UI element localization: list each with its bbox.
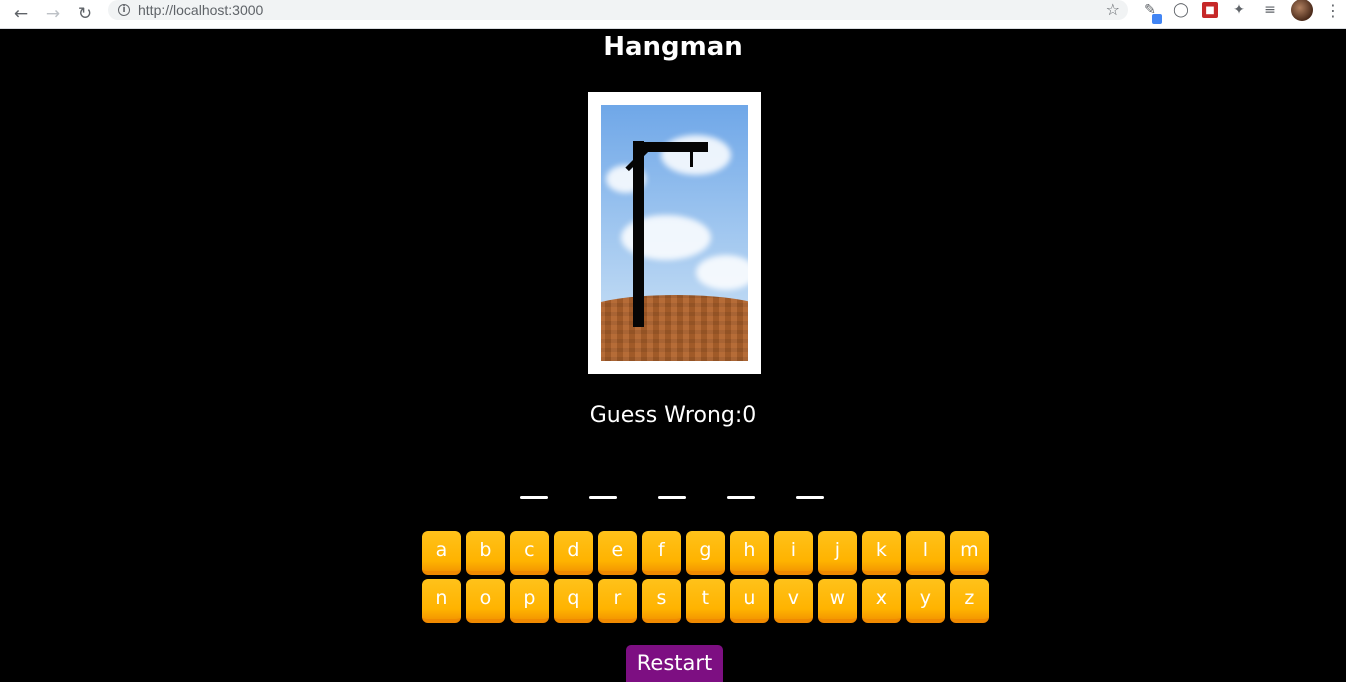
extensions-area: ✎ ◯ ■ ✦ ≡ ⋮ (1140, 0, 1341, 24)
key-x[interactable]: x (862, 579, 901, 623)
page-title: Hangman (603, 32, 743, 62)
avatar[interactable] (1291, 0, 1313, 21)
key-k[interactable]: k (862, 531, 901, 575)
key-y[interactable]: y (906, 579, 945, 623)
key-q[interactable]: q (554, 579, 593, 623)
restart-button[interactable]: Restart (626, 645, 723, 682)
key-j[interactable]: j (818, 531, 857, 575)
key-r[interactable]: r (598, 579, 637, 623)
key-h[interactable]: h (730, 531, 769, 575)
key-f[interactable]: f (642, 531, 681, 575)
word-blanks (520, 478, 865, 499)
keyboard-row: n o p q r s t u v w x y z (422, 579, 994, 623)
puzzle-icon[interactable]: ✦ (1229, 0, 1249, 20)
letter-blank (727, 496, 755, 499)
key-n[interactable]: n (422, 579, 461, 623)
key-l[interactable]: l (906, 531, 945, 575)
key-g[interactable]: g (686, 531, 725, 575)
cloud (696, 255, 748, 290)
info-icon[interactable]: i (118, 4, 130, 16)
arrow-right-icon[interactable]: → (42, 3, 64, 25)
gallows-rope (690, 150, 693, 167)
cloud (661, 135, 731, 175)
gallows-scene (601, 105, 748, 361)
letter-blank (658, 496, 686, 499)
url-text[interactable]: http://localhost:3000 (138, 2, 263, 18)
arrow-left-icon[interactable]: ← (10, 3, 32, 25)
ground (601, 295, 748, 361)
letter-blank (589, 496, 617, 499)
key-c[interactable]: c (510, 531, 549, 575)
reload-icon[interactable]: ↻ (74, 3, 96, 25)
key-e[interactable]: e (598, 531, 637, 575)
extension-circle-icon[interactable]: ◯ (1171, 0, 1191, 20)
key-z[interactable]: z (950, 579, 989, 623)
key-u[interactable]: u (730, 579, 769, 623)
key-p[interactable]: p (510, 579, 549, 623)
star-icon[interactable]: ☆ (1106, 0, 1120, 19)
key-w[interactable]: w (818, 579, 857, 623)
key-s[interactable]: s (642, 579, 681, 623)
key-t[interactable]: t (686, 579, 725, 623)
key-b[interactable]: b (466, 531, 505, 575)
pen-extension-icon[interactable]: ✎ (1140, 0, 1162, 24)
key-i[interactable]: i (774, 531, 813, 575)
key-o[interactable]: o (466, 579, 505, 623)
letter-keyboard: a b c d e f g h i j k l m n o p q r s t … (422, 531, 994, 627)
gallows-post (633, 141, 644, 327)
hangman-image (588, 92, 761, 374)
key-d[interactable]: d (554, 531, 593, 575)
browser-toolbar: ← → ↻ i http://localhost:3000 ☆ ✎ ◯ ■ ✦ … (0, 0, 1346, 29)
keyboard-row: a b c d e f g h i j k l m (422, 531, 994, 575)
key-m[interactable]: m (950, 531, 989, 575)
address-bar[interactable]: i http://localhost:3000 ☆ (108, 0, 1128, 20)
key-v[interactable]: v (774, 579, 813, 623)
key-a[interactable]: a (422, 531, 461, 575)
letter-blank (520, 496, 548, 499)
menu-kebab-icon[interactable]: ⋮ (1325, 1, 1341, 20)
wrong-guess-counter: Guess Wrong:0 (589, 403, 757, 428)
red-extension-icon[interactable]: ■ (1202, 2, 1218, 18)
letter-blank (796, 496, 824, 499)
playlist-icon[interactable]: ≡ (1260, 0, 1280, 20)
